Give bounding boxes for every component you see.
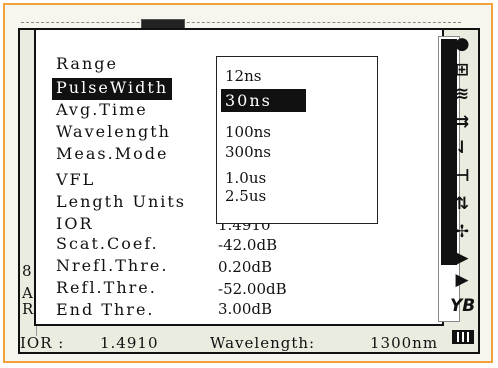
option-30ns[interactable]: 30ns [221, 89, 306, 112]
grid-icon[interactable]: ⊞ [450, 60, 474, 80]
side-letter-8: 8 [22, 262, 32, 280]
status-ior-value: 1.4910 [100, 334, 159, 352]
side-letter-r: R [22, 300, 34, 318]
menu-item-wavelength[interactable]: Wavelength [56, 122, 171, 144]
flag-a-icon[interactable]: ▶ [450, 248, 474, 268]
menu-item-end-thre[interactable]: End Thre. [56, 300, 155, 322]
status-wavelength-label: Wavelength: [210, 334, 316, 352]
menu-item-pulsewidth[interactable]: PulseWidth [52, 78, 173, 100]
status-ior-label: IOR : [20, 334, 65, 352]
menu-item-scat-coef[interactable]: Scat.Coef. [56, 234, 159, 256]
menu-item-refl-thre[interactable]: Refl.Thre. [56, 278, 157, 300]
cross-icon[interactable]: ✢ [450, 222, 474, 242]
right-toolbar: ● ⊞ ≋ ⇉ ⇃ ⊣ ⇅ ✢ ▶ ▶ YB [446, 30, 480, 354]
event-icon[interactable]: ⊣ [450, 166, 474, 186]
value-refl-thre: -52.00dB [218, 280, 287, 298]
menu-item-avg-time[interactable]: Avg.Time [56, 100, 148, 122]
pulsewidth-dropdown[interactable]: 12ns 30ns 100ns 300ns 1.0us 2.5us [216, 56, 378, 224]
option-1-0us[interactable]: 1.0us [225, 169, 266, 187]
yb-icon[interactable]: YB [450, 296, 475, 316]
battery-icon [452, 330, 474, 344]
trace-icon[interactable]: ≋ [450, 84, 474, 104]
option-300ns[interactable]: 300ns [225, 143, 271, 161]
value-scat-coef: -42.0dB [218, 236, 278, 254]
marker-icon[interactable]: ⇃ [450, 138, 474, 158]
menu-item-length-units[interactable]: Length Units [56, 192, 186, 214]
status-bar: IOR : 1.4910 Wavelength: 1300nm [20, 334, 450, 354]
settings-menu: Range PulseWidth Avg.Time Wavelength Mea… [34, 28, 460, 326]
value-nrefl-thre: 0.20dB [218, 258, 273, 276]
flag-b-icon[interactable]: ▶ [450, 270, 474, 290]
status-wavelength-value: 1300nm [370, 334, 439, 352]
menu-item-nrefl-thre[interactable]: Nrefl.Thre. [56, 256, 168, 278]
menu-item-vfl[interactable]: VFL [56, 170, 95, 192]
zoom-icon[interactable]: ● [450, 34, 474, 54]
option-2-5us[interactable]: 2.5us [225, 187, 266, 205]
swap-icon[interactable]: ⇅ [450, 194, 474, 214]
option-12ns[interactable]: 12ns [225, 67, 261, 85]
option-100ns[interactable]: 100ns [225, 123, 271, 141]
value-end-thre: 3.00dB [218, 300, 273, 318]
menu-item-meas-mode[interactable]: Meas.Mode [56, 144, 168, 166]
align-icon[interactable]: ⇉ [450, 112, 474, 132]
menu-item-ior[interactable]: IOR [56, 214, 93, 236]
menu-item-range[interactable]: Range [56, 54, 118, 76]
